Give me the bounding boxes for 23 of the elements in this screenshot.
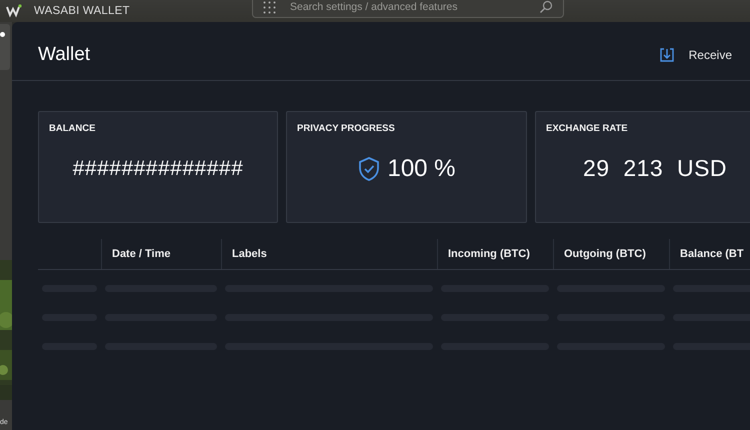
receive-icon bbox=[658, 47, 675, 63]
exchange-rate-value: 29 213 USD bbox=[582, 155, 728, 182]
column-header[interactable]: Outgoing (BTC) bbox=[553, 239, 669, 269]
receive-button[interactable]: Receive bbox=[654, 43, 736, 67]
grid-icon[interactable] bbox=[263, 0, 276, 14]
search-icon[interactable] bbox=[539, 0, 553, 14]
card-title: BALANCE bbox=[49, 123, 96, 134]
sidebar-item[interactable] bbox=[0, 24, 10, 70]
card-title: PRIVACY PROGRESS bbox=[297, 123, 396, 134]
column-header[interactable]: Labels bbox=[221, 239, 437, 269]
logo-icon bbox=[6, 4, 22, 18]
card-title: EXCHANGE RATE bbox=[546, 123, 629, 134]
page-title: Wallet bbox=[38, 44, 90, 66]
search-field[interactable]: Search settings / advanced features bbox=[252, 0, 564, 18]
hidden-balance: ############## bbox=[72, 156, 244, 180]
search-input[interactable]: Search settings / advanced features bbox=[290, 1, 530, 13]
column-header[interactable]: Incoming (BTC) bbox=[437, 239, 553, 269]
status-dot-icon bbox=[0, 32, 5, 37]
column-header[interactable]: Balance (BT bbox=[669, 239, 750, 269]
column-header[interactable]: Date / Time bbox=[101, 239, 221, 269]
shield-check-icon bbox=[357, 156, 382, 182]
privacy-percentage: 100 % bbox=[387, 154, 456, 182]
app-title: WASABI WALLET bbox=[34, 5, 130, 17]
